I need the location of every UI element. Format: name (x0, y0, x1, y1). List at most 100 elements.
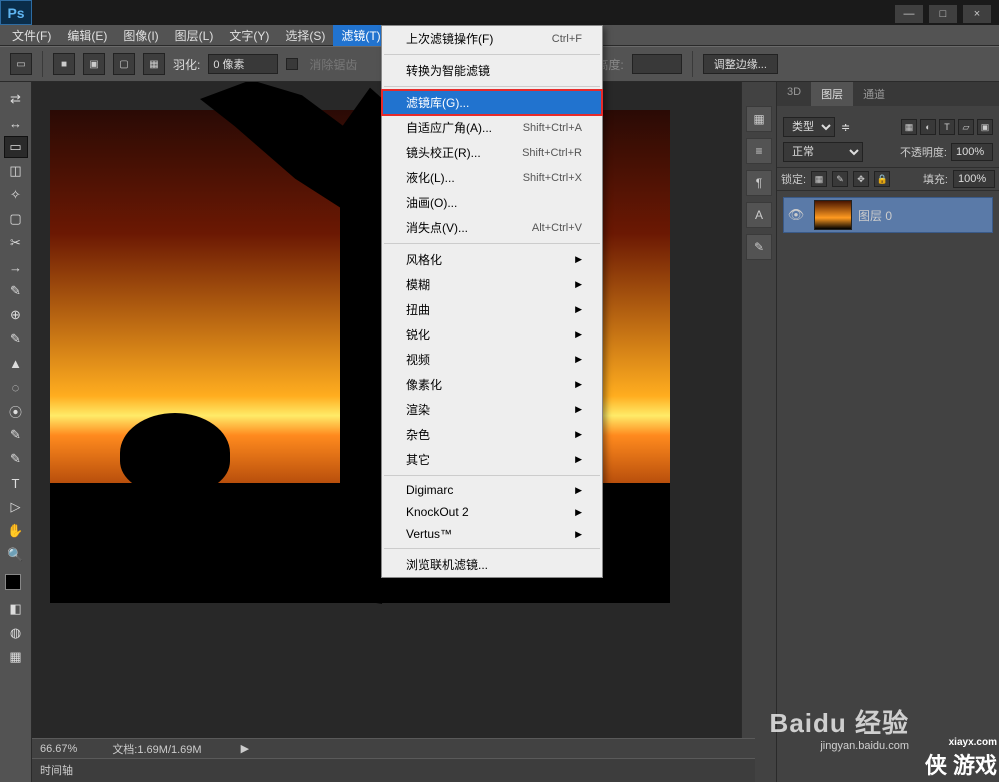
tool-18[interactable]: 🔍 (4, 544, 28, 566)
layer-name[interactable]: 图层 0 (858, 207, 892, 224)
menu-item[interactable]: 镜头校正(R)...Shift+Ctrl+R (382, 140, 602, 165)
tool-4[interactable]: ▢ (4, 208, 28, 230)
filter-pixel-icon[interactable]: ▦ (901, 119, 917, 135)
menu-item[interactable]: Vertus™ ▶ (382, 523, 602, 545)
antialias-checkbox[interactable] (286, 58, 298, 70)
menu-item[interactable]: 风格化▶ (382, 247, 602, 272)
menu-编辑[interactable]: 编辑(E) (59, 25, 115, 46)
menu-item[interactable]: 杂色▶ (382, 422, 602, 447)
selection-subtract-icon[interactable]: ▢ (113, 53, 135, 75)
visibility-toggle-icon[interactable]: 👁 (784, 207, 808, 223)
menu-separator (384, 86, 600, 87)
dock-panel-icon[interactable]: ¶ (746, 170, 772, 196)
menu-item[interactable]: 浏览联机滤镜... (382, 552, 602, 577)
lock-position-icon[interactable]: ✥ (853, 171, 869, 187)
tool-14[interactable]: ✎ (4, 448, 28, 470)
dock-panel-icon[interactable]: ▦ (746, 106, 772, 132)
menu-item[interactable]: 上次滤镜操作(F)Ctrl+F (382, 26, 602, 51)
color-swatch[interactable] (5, 574, 27, 596)
menu-item[interactable]: 渲染▶ (382, 397, 602, 422)
menu-选择[interactable]: 选择(S) (277, 25, 333, 46)
blend-mode-select[interactable]: 正常 (783, 142, 863, 162)
feather-input[interactable] (208, 54, 278, 74)
menu-item[interactable]: 视频▶ (382, 347, 602, 372)
tool-16[interactable]: ▷ (4, 496, 28, 518)
menu-图像[interactable]: 图像(I) (115, 25, 166, 46)
tool-17[interactable]: ✋ (4, 520, 28, 542)
filter-shape-icon[interactable]: ▱ (958, 119, 974, 135)
tool-12[interactable]: ⦿ (4, 400, 28, 422)
menu-图层[interactable]: 图层(L) (167, 25, 222, 46)
layer-item[interactable]: 👁 图层 0 (783, 197, 993, 233)
menu-item-label: 像素化 (406, 376, 442, 393)
status-bar: 66.67% 文档:1.69M/1.69M ▶ (32, 738, 755, 758)
selection-add-icon[interactable]: ▣ (83, 53, 105, 75)
dock-panel-icon[interactable]: ≡ (746, 138, 772, 164)
dock-panel-icon[interactable]: A (746, 202, 772, 228)
selection-intersect-icon[interactable]: ▦ (143, 53, 165, 75)
minimize-button[interactable]: — (895, 5, 923, 23)
menu-item[interactable]: KnockOut 2▶ (382, 501, 602, 523)
tool-13[interactable]: ✎ (4, 424, 28, 446)
tool-0[interactable]: ↔ (4, 112, 28, 134)
menu-item[interactable]: 其它▶ (382, 447, 602, 472)
menu-item[interactable]: 模糊▶ (382, 272, 602, 297)
tool-5[interactable]: ✂ (4, 232, 28, 254)
marquee-preset-icon[interactable]: ▭ (10, 53, 32, 75)
layer-thumbnail[interactable] (814, 200, 852, 230)
doc-size[interactable]: 文档:1.69M/1.69M (112, 741, 201, 757)
menu-文件[interactable]: 文件(F) (4, 25, 59, 46)
layer-filter-type[interactable]: 类型 (783, 117, 835, 137)
tool-1[interactable]: ▭ (4, 136, 28, 158)
fill-input[interactable] (953, 170, 995, 188)
tool-7[interactable]: ✎ (4, 280, 28, 302)
panel-tab[interactable]: 通道 (853, 82, 895, 106)
tool-mode-icon[interactable]: ◧ (4, 598, 28, 620)
filter-type-icon[interactable]: T (939, 119, 955, 135)
maximize-button[interactable]: □ (929, 5, 957, 23)
tool-11[interactable]: ◌ (4, 376, 28, 398)
menu-item[interactable]: 扭曲▶ (382, 297, 602, 322)
menu-item[interactable]: 油画(O)... (382, 190, 602, 215)
menu-item[interactable]: 转换为智能滤镜 (382, 58, 602, 83)
tool-mode-icon[interactable]: ▦ (4, 646, 28, 668)
menu-item-label: 转换为智能滤镜 (406, 62, 490, 79)
lock-all-icon[interactable]: 🔒 (874, 171, 890, 187)
tool-15[interactable]: T (4, 472, 28, 494)
filter-smart-icon[interactable]: ▣ (977, 119, 993, 135)
filter-adjust-icon[interactable]: ◐ (920, 119, 936, 135)
toggle-toolbox-icon[interactable]: ⇄ (4, 88, 28, 110)
timeline-panel-tab[interactable]: 时间轴 (32, 758, 755, 782)
menu-item-label: Vertus™ (406, 527, 452, 541)
menu-item-label: 风格化 (406, 251, 442, 268)
close-button[interactable]: × (963, 5, 991, 23)
panel-tab[interactable]: 3D (777, 82, 811, 106)
lock-transparent-icon[interactable]: ▦ (811, 171, 827, 187)
menu-item[interactable]: Digimarc▶ (382, 479, 602, 501)
submenu-arrow-icon: ▶ (575, 304, 582, 315)
tool-2[interactable]: ◫ (4, 160, 28, 182)
menu-item[interactable]: 消失点(V)...Alt+Ctrl+V (382, 215, 602, 240)
selection-new-icon[interactable]: ■ (53, 53, 75, 75)
height-input[interactable] (632, 54, 682, 74)
tool-8[interactable]: ⊕ (4, 304, 28, 326)
tool-mode-icon[interactable]: ◍ (4, 622, 28, 644)
dock-panel-icon[interactable]: ✎ (746, 234, 772, 260)
zoom-level[interactable]: 66.67% (40, 743, 77, 755)
menu-item[interactable]: 自适应广角(A)...Shift+Ctrl+A (382, 115, 602, 140)
panel-tab[interactable]: 图层 (811, 82, 853, 106)
refine-edge-button[interactable]: 调整边缘... (703, 54, 778, 74)
lock-image-icon[interactable]: ✎ (832, 171, 848, 187)
tool-6[interactable]: → (4, 256, 28, 278)
menu-item[interactable]: 液化(L)...Shift+Ctrl+X (382, 165, 602, 190)
opacity-input[interactable] (951, 143, 993, 161)
tool-3[interactable]: ✧ (4, 184, 28, 206)
menu-item-label: 液化(L)... (406, 169, 455, 186)
submenu-arrow-icon: ▶ (575, 529, 582, 540)
menu-item[interactable]: 滤镜库(G)... (382, 90, 602, 115)
menu-item[interactable]: 锐化▶ (382, 322, 602, 347)
menu-文字[interactable]: 文字(Y) (221, 25, 277, 46)
menu-item[interactable]: 像素化▶ (382, 372, 602, 397)
tool-9[interactable]: ✎ (4, 328, 28, 350)
tool-10[interactable]: ▲ (4, 352, 28, 374)
